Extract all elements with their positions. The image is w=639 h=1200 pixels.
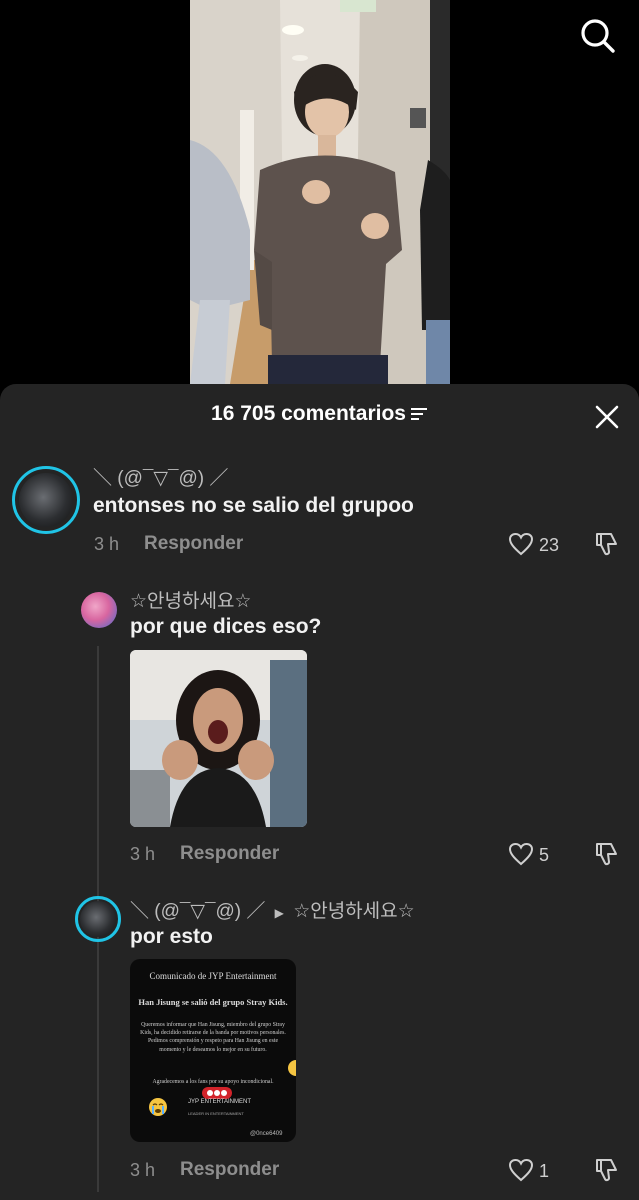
- avatar[interactable]: [80, 901, 116, 937]
- like-count: 5: [539, 845, 550, 865]
- reply-button[interactable]: Responder: [144, 533, 243, 555]
- close-icon[interactable]: [594, 404, 620, 430]
- like-count: 1: [539, 1161, 550, 1181]
- reply-button[interactable]: Responder: [180, 1159, 279, 1181]
- avatar[interactable]: [19, 473, 73, 527]
- reply-to-user[interactable]: ☆안녕하세요☆: [293, 901, 414, 922]
- filter-icon[interactable]: [410, 407, 428, 421]
- like-count: 23: [539, 535, 560, 555]
- heart-icon[interactable]: [508, 532, 534, 556]
- doc-body: Queremos informar que Han Jisung, miembr…: [140, 1022, 286, 1053]
- crying-emoji-icon: [149, 1098, 167, 1116]
- video-scene: [190, 0, 450, 384]
- doc-headline: Han Jisung se salió del grupo Stray Kids…: [138, 997, 288, 1007]
- comments-header: 16 705 comentarios: [0, 384, 639, 448]
- reply-time: 3 h: [130, 844, 156, 864]
- emoji-partial-icon: [288, 1060, 296, 1076]
- thumbs-down-icon[interactable]: [594, 1157, 620, 1183]
- avatar[interactable]: [81, 592, 117, 628]
- reply-media-image[interactable]: Comunicado de JYP Entertainment Han Jisu…: [130, 959, 296, 1142]
- reply-media-image[interactable]: [130, 650, 307, 827]
- reply-time: 3 h: [130, 1160, 156, 1180]
- reply-author: ＼ (@¯▽¯@) ／: [130, 901, 266, 922]
- doc-handle: @0nce6409: [250, 1131, 283, 1137]
- comment-count-label: 16 705 comentarios: [211, 402, 406, 425]
- reply-username[interactable]: ＼ (@¯▽¯@) ／ ▶ ☆안녕하세요☆: [130, 896, 415, 923]
- doc-title: Comunicado de JYP Entertainment: [149, 971, 277, 981]
- comment-text: entonses no se salio del grupoo: [93, 494, 414, 517]
- doc-thanks: Agradecemos a los fans por su apoyo inco…: [152, 1079, 274, 1085]
- thumbs-down-icon[interactable]: [594, 841, 620, 867]
- comment-count: 16 705 comentarios: [0, 402, 639, 426]
- reply-username[interactable]: ☆안녕하세요☆: [130, 586, 251, 613]
- comment-username[interactable]: ＼ (@¯▽¯@) ／: [93, 463, 228, 490]
- reply-text: por esto: [130, 925, 213, 948]
- video-player[interactable]: [0, 0, 639, 384]
- doc-brand-sub: LEADER IN ENTERTAINMENT: [188, 1111, 244, 1116]
- heart-icon[interactable]: [508, 1158, 534, 1182]
- reply-button[interactable]: Responder: [180, 843, 279, 865]
- video-frame[interactable]: [190, 0, 450, 384]
- comment-time: 3 h: [94, 534, 120, 554]
- reply-to-arrow-icon: ▶: [274, 906, 284, 920]
- reply-text: por que dices eso?: [130, 615, 322, 638]
- heart-icon[interactable]: [508, 842, 534, 866]
- brand-dots-icon: [202, 1087, 232, 1099]
- thumbs-down-icon[interactable]: [594, 531, 620, 557]
- doc-brand: JYP ENTERTAINMENT: [188, 1099, 252, 1105]
- comments-sheet: 16 705 comentarios ＼ (@¯▽¯@) ／ entonses …: [0, 384, 639, 1200]
- search-icon[interactable]: [578, 16, 618, 56]
